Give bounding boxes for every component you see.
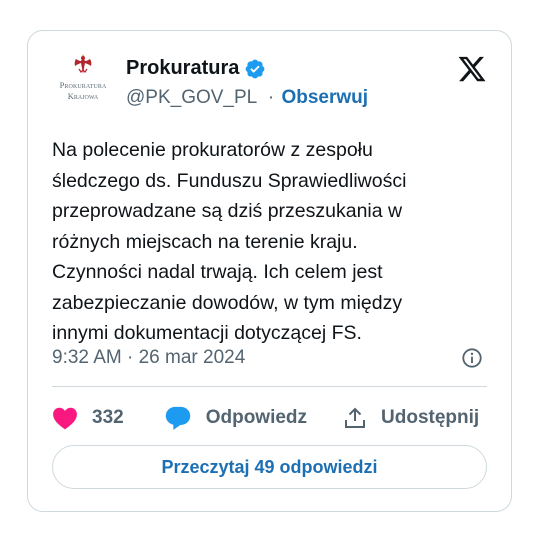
verified-badge-icon: [245, 59, 265, 78]
heart-icon: [53, 407, 77, 430]
tweet-card: Prokuratura Krajowa Prokuratura @PK_GOV_…: [27, 30, 512, 512]
account-name-row: Prokuratura: [126, 57, 266, 80]
like-count: 332: [92, 407, 124, 428]
tweet-timestamp[interactable]: 9:32 AM · 26 mar 2024: [52, 347, 245, 369]
x-logo-icon[interactable]: [457, 54, 487, 84]
tweet-line: zabezpieczanie dowodów, w tym między: [52, 291, 403, 314]
tweet-line: Na polecenie prokuratorów z zespołu: [52, 139, 373, 161]
account-name[interactable]: Prokuratura: [126, 57, 239, 80]
reply-label: Odpowiedz: [205, 407, 308, 428]
tweet-line: przeprowadzane są dziś przeszukania w: [52, 200, 403, 222]
action-bar: 332 Odpowiedz Udostępnij: [52, 403, 479, 433]
read-replies-button[interactable]: Przeczytaj 49 odpowiedzi: [52, 445, 487, 489]
share-button[interactable]: Udostępnij: [343, 406, 479, 430]
tweet-line: innymi dokumentacji dotyczącej FS.: [52, 322, 362, 344]
reply-button[interactable]: Odpowiedz: [164, 405, 307, 431]
account-handle-row: @PK_GOV_PL · Obserwuj: [126, 87, 368, 109]
tweet-line: Czynności nadal trwają. Ich celem jest: [52, 261, 383, 283]
account-avatar[interactable]: Prokuratura Krajowa: [52, 53, 114, 115]
tweet-text: Na polecenie prokuratorów z zespołu śled…: [52, 135, 492, 349]
account-handle[interactable]: @PK_GOV_PL: [126, 87, 257, 108]
follow-button[interactable]: Obserwuj: [281, 87, 368, 108]
like-button[interactable]: 332: [52, 406, 124, 430]
logo-text-line1: Prokuratura: [59, 80, 107, 90]
share-label: Udostępnij: [381, 407, 480, 428]
share-upload-icon: [345, 407, 366, 428]
divider: [52, 386, 487, 387]
tweet-line: różnych miejscach na terenie kraju.: [52, 230, 358, 253]
eagle-emblem-icon: [74, 54, 92, 74]
tweet-line: śledczego ds. Funduszu Sprawiedliwości: [52, 169, 407, 192]
info-icon[interactable]: [461, 347, 483, 369]
speech-bubble-icon: [165, 406, 190, 430]
separator-dot: ·: [267, 87, 275, 108]
logo-text-line2: Krajowa: [67, 90, 99, 101]
